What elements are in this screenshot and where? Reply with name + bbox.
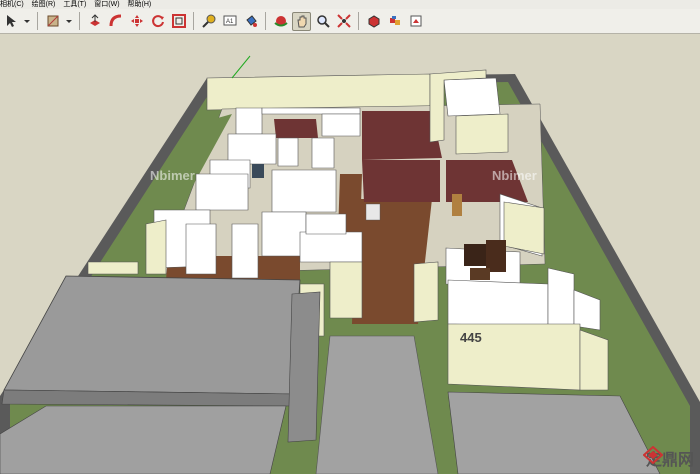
- menu-draw[interactable]: 绘图(R): [32, 0, 56, 9]
- slab-left: [3, 275, 301, 395]
- floor-maroon-lobby: [362, 160, 440, 202]
- toolbar-divider: [79, 12, 80, 30]
- orbit-icon[interactable]: [271, 12, 290, 31]
- zoom-icon[interactable]: [313, 12, 332, 31]
- main-toolbar: A1: [0, 9, 700, 34]
- warehouse-icon[interactable]: [385, 12, 404, 31]
- floor-maroon-small: [274, 119, 318, 138]
- paint-bucket-icon[interactable]: [241, 12, 260, 31]
- rotate-icon[interactable]: [148, 12, 167, 31]
- green-axis: [231, 55, 251, 79]
- menu-camera[interactable]: 相机(C): [0, 0, 24, 9]
- floor-plan-3d-model: [0, 55, 700, 474]
- zoom-extents-icon[interactable]: [334, 12, 353, 31]
- toolbar-divider: [193, 12, 194, 30]
- select-arrow-icon[interactable]: [1, 12, 20, 31]
- watermark-left: Nbimer: [150, 168, 195, 183]
- menu-help[interactable]: 帮助(H): [127, 0, 151, 9]
- share-model-icon[interactable]: [406, 12, 425, 31]
- back-wall: [206, 73, 431, 111]
- watermark-right: Nbimer: [492, 168, 537, 183]
- toolbar-divider: [265, 12, 266, 30]
- follow-me-icon[interactable]: [106, 12, 125, 31]
- brand-badge: 定鼎网: [642, 446, 694, 470]
- text-icon[interactable]: A1: [220, 12, 239, 31]
- slab-left-side: [287, 291, 321, 443]
- move-icon[interactable]: [127, 12, 146, 31]
- pan-icon[interactable]: [292, 11, 311, 31]
- dropdown-icon[interactable]: [64, 12, 74, 31]
- toolbar-divider: [37, 12, 38, 30]
- components-icon[interactable]: [364, 12, 383, 31]
- menu-tools[interactable]: 工具(T): [63, 0, 86, 9]
- menu-bar: 相机(C) 绘图(R) 工具(T) 窗口(W) 帮助(H): [0, 0, 700, 9]
- tape-measure-icon[interactable]: [199, 12, 218, 31]
- dropdown-icon[interactable]: [22, 12, 32, 31]
- toolbar-divider: [358, 12, 359, 30]
- slab-bottom-left: [0, 405, 287, 474]
- offset-icon[interactable]: [169, 12, 188, 31]
- rectangle-icon[interactable]: [43, 12, 62, 31]
- push-pull-icon[interactable]: [85, 12, 104, 31]
- model-viewport[interactable]: Nbimer Nbimer 445 定鼎网: [0, 34, 700, 474]
- room-number-label: 445: [460, 330, 482, 345]
- menu-window[interactable]: 窗口(W): [94, 0, 119, 9]
- svg-text:A1: A1: [226, 19, 234, 25]
